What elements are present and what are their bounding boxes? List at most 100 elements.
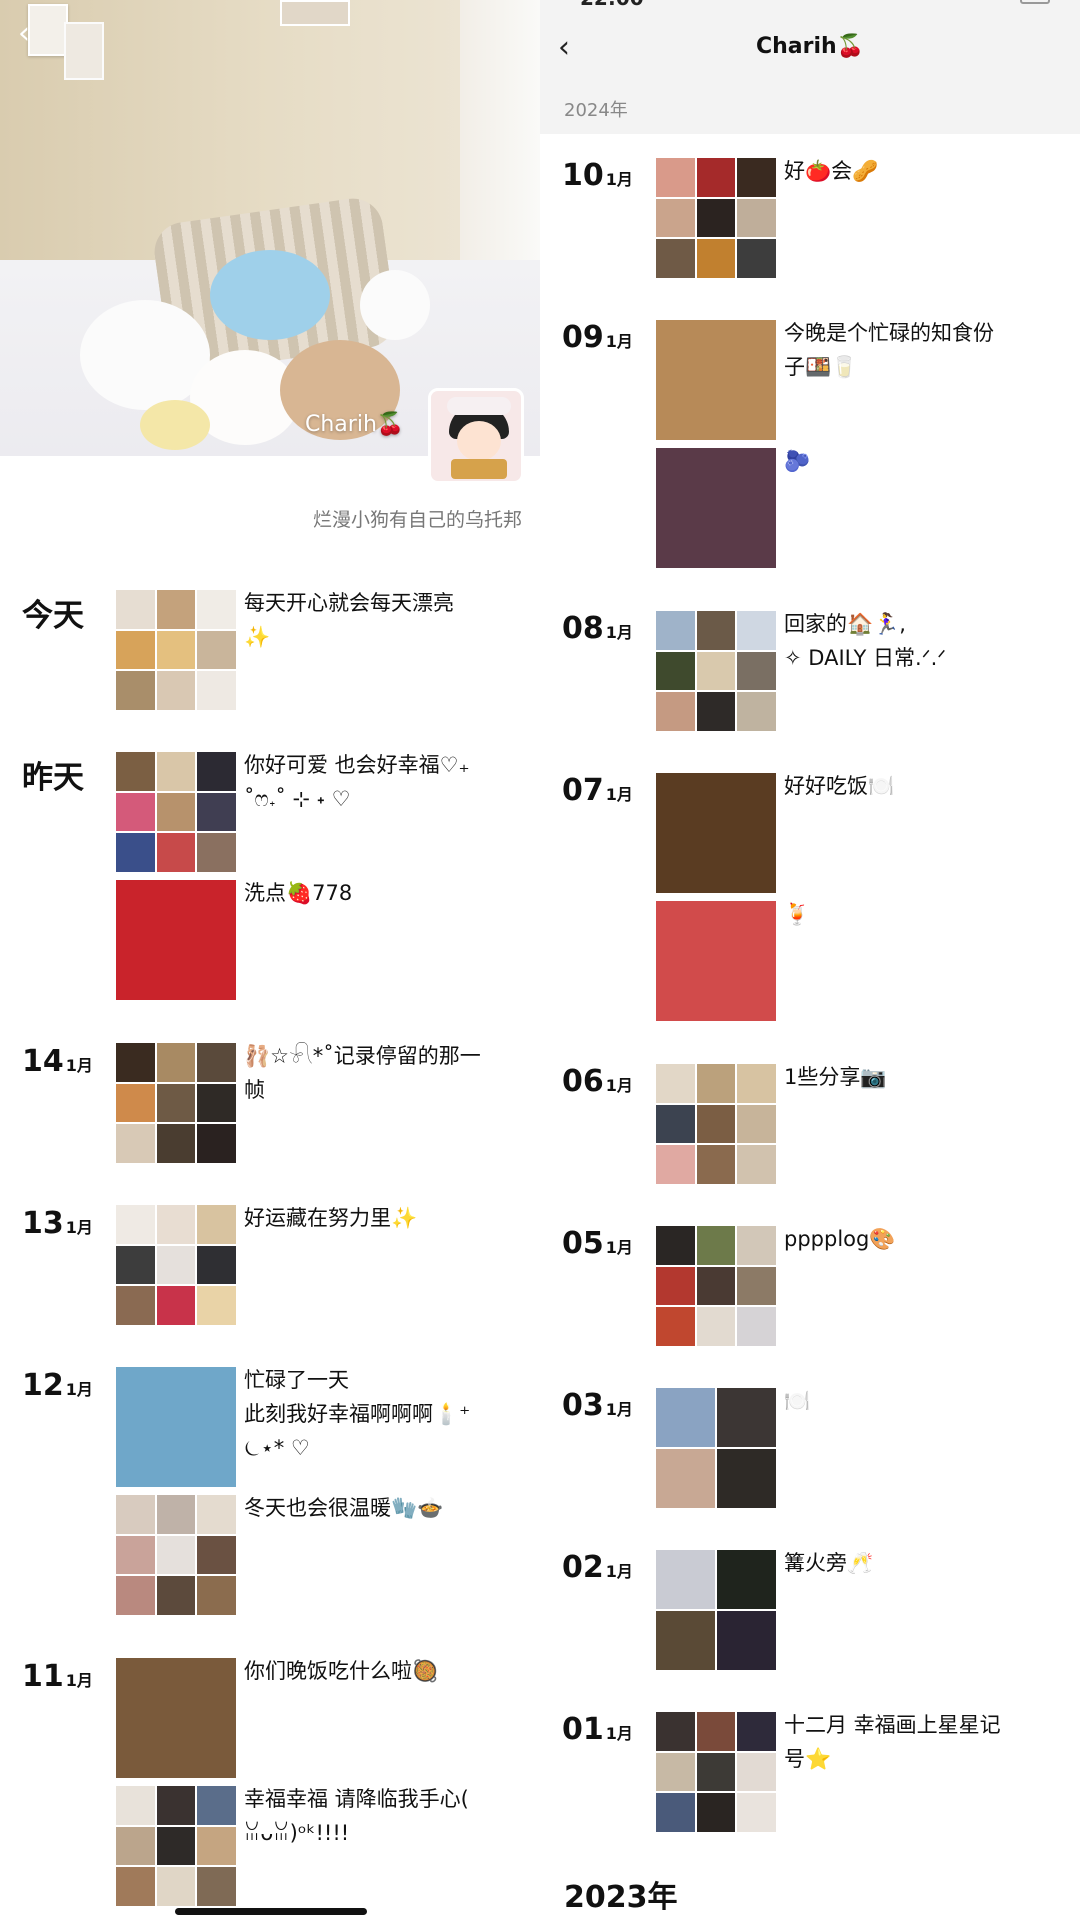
photo-cell bbox=[116, 833, 155, 872]
post-caption[interactable]: 你好可爱 也会好幸福♡₊ ˚ෆ𝅄˚ ⊹ ˖ ♡ bbox=[244, 748, 514, 816]
photo-cell bbox=[197, 1576, 236, 1615]
post-caption[interactable]: 🍽️ bbox=[784, 1384, 1054, 1418]
home-indicator[interactable] bbox=[175, 1908, 367, 1915]
date-day: 13 bbox=[22, 1206, 64, 1241]
post-caption[interactable]: 今晚是个忙碌的知食份 子🍱🥛 bbox=[784, 316, 1054, 384]
photo-grid bbox=[116, 1205, 236, 1325]
post-photo[interactable] bbox=[656, 448, 776, 568]
post-photo[interactable] bbox=[656, 1550, 776, 1670]
photo-cell bbox=[696, 651, 736, 691]
post-photo[interactable] bbox=[116, 1658, 236, 1778]
photo-cell bbox=[737, 692, 776, 731]
post-date: 07 1月 bbox=[562, 773, 633, 808]
post-date: 13 1月 bbox=[22, 1205, 93, 1241]
photo-cell bbox=[156, 1205, 196, 1244]
post-caption[interactable]: 冬天也会很温暖🧤🍲 bbox=[244, 1491, 514, 1525]
photo-cell bbox=[656, 320, 776, 440]
post-photo[interactable] bbox=[116, 590, 236, 710]
post-photo[interactable] bbox=[116, 1043, 236, 1163]
post-photo[interactable] bbox=[116, 1367, 236, 1487]
post-photo[interactable] bbox=[116, 880, 236, 1000]
post-caption[interactable]: 🩰☆𓍯*˚记录停留的那一 帧 bbox=[244, 1039, 514, 1107]
post-photo[interactable] bbox=[656, 1388, 776, 1508]
photo-cell bbox=[116, 1043, 155, 1082]
photo-cell bbox=[696, 1752, 736, 1792]
date-day: 08 bbox=[562, 611, 604, 646]
photo-cell bbox=[116, 1867, 155, 1906]
post-caption[interactable]: 幸福幸福 请降临我手心( ꈍᴗꈍ)ᵒᵏ!!!! bbox=[244, 1782, 514, 1850]
date-day: 01 bbox=[562, 1712, 604, 1747]
photo-cell bbox=[156, 1867, 196, 1906]
post-date: 02 1月 bbox=[562, 1550, 633, 1585]
post-caption[interactable]: 你们晚饭吃什么啦🥘 bbox=[244, 1654, 514, 1688]
photo-cell bbox=[737, 239, 776, 278]
nav-title: Charih🍒 bbox=[755, 34, 865, 59]
photo-cell bbox=[656, 1064, 695, 1103]
post-caption[interactable]: pppplog🎨 bbox=[784, 1222, 1054, 1256]
photo-cell bbox=[656, 773, 776, 893]
photo-grid bbox=[656, 1064, 776, 1184]
photo-cell bbox=[116, 1083, 155, 1123]
cover-plush bbox=[360, 270, 430, 340]
photo-cell bbox=[197, 1083, 236, 1123]
cover-poster bbox=[280, 0, 350, 26]
post-caption[interactable]: 好好吃饭🍽️ bbox=[784, 769, 1054, 803]
post-photo[interactable] bbox=[656, 1712, 776, 1832]
photo-cell bbox=[696, 1307, 736, 1346]
photo-cell bbox=[737, 198, 776, 238]
photo-cell bbox=[116, 1124, 155, 1163]
post-photo[interactable] bbox=[656, 158, 776, 278]
post-caption[interactable]: 好运藏在努力里✨ bbox=[244, 1201, 514, 1235]
post-caption[interactable]: 🫐 bbox=[784, 444, 1054, 478]
post-caption[interactable]: 好🍅会🥜 bbox=[784, 154, 1054, 188]
photo-cell bbox=[656, 1226, 695, 1265]
photo-cell bbox=[656, 651, 695, 691]
post-photo[interactable] bbox=[656, 1064, 776, 1184]
post-date: 12 1月 bbox=[22, 1367, 93, 1403]
photo-cell bbox=[116, 1245, 155, 1285]
photo-cell bbox=[656, 1104, 695, 1144]
post-photo[interactable] bbox=[656, 773, 776, 893]
photo-cell bbox=[197, 1786, 236, 1825]
avatar-hat bbox=[447, 397, 511, 415]
post-photo[interactable] bbox=[656, 320, 776, 440]
post-caption[interactable]: 1些分享📷 bbox=[784, 1060, 1054, 1094]
avatar[interactable] bbox=[428, 388, 524, 484]
post-caption[interactable]: 🍹 bbox=[784, 897, 1054, 931]
post-caption[interactable]: 洗点🍓778 bbox=[244, 876, 514, 910]
post-photo[interactable] bbox=[116, 1495, 236, 1615]
post-photo[interactable] bbox=[656, 901, 776, 1021]
post-photo[interactable] bbox=[656, 611, 776, 731]
photo-cell bbox=[116, 590, 155, 629]
photo-cell bbox=[197, 752, 236, 791]
post-date: 06 1月 bbox=[562, 1064, 633, 1099]
avatar-plate bbox=[451, 459, 507, 479]
photo-cell bbox=[696, 692, 736, 731]
photo-grid bbox=[656, 1712, 776, 1832]
photo-cell bbox=[156, 1083, 196, 1123]
photo-cell bbox=[656, 611, 695, 650]
photo-cell bbox=[116, 1286, 155, 1325]
post-caption[interactable]: 十二月 幸福画上星星记 号⭐ bbox=[784, 1708, 1054, 1776]
date-month: 1月 bbox=[605, 623, 633, 642]
post-photo[interactable] bbox=[116, 752, 236, 872]
photo-cell bbox=[696, 198, 736, 238]
photo-cell bbox=[656, 1550, 715, 1609]
post-caption[interactable]: 每天开心就会每天漂亮 ✨ bbox=[244, 586, 514, 654]
profile-signature: 烂漫小狗有自己的乌托邦 bbox=[312, 509, 522, 531]
photo-cell bbox=[656, 1307, 695, 1346]
post-caption[interactable]: 篝火旁🥂 bbox=[784, 1546, 1054, 1580]
post-photo[interactable] bbox=[656, 1226, 776, 1346]
photo-cell bbox=[737, 1712, 776, 1751]
post-photo[interactable] bbox=[116, 1205, 236, 1325]
post-caption[interactable]: 忙碌了一天 此刻我好幸福啊啊啊🕯️⁺ ⏾⋆* ♡ bbox=[244, 1363, 514, 1465]
post-caption[interactable]: 回家的🏠🏃‍♀️, ✧ DAILY 日常.ᐟ.ᐟ bbox=[784, 607, 1054, 675]
photo-cell bbox=[156, 671, 196, 710]
left-panel: ‹ Charih🍒 烂漫小狗有自己的乌托邦 今天 每天开心就会每天漂亮 ✨ 昨天 你好… bbox=[0, 0, 540, 1920]
nav-bar: ‹ Charih🍒 bbox=[540, 10, 1080, 82]
photo-cell bbox=[737, 651, 776, 691]
photo-cell bbox=[156, 1826, 196, 1866]
photo-cell bbox=[156, 1124, 196, 1163]
back-icon[interactable]: ‹ bbox=[18, 16, 30, 51]
post-photo[interactable] bbox=[116, 1786, 236, 1906]
